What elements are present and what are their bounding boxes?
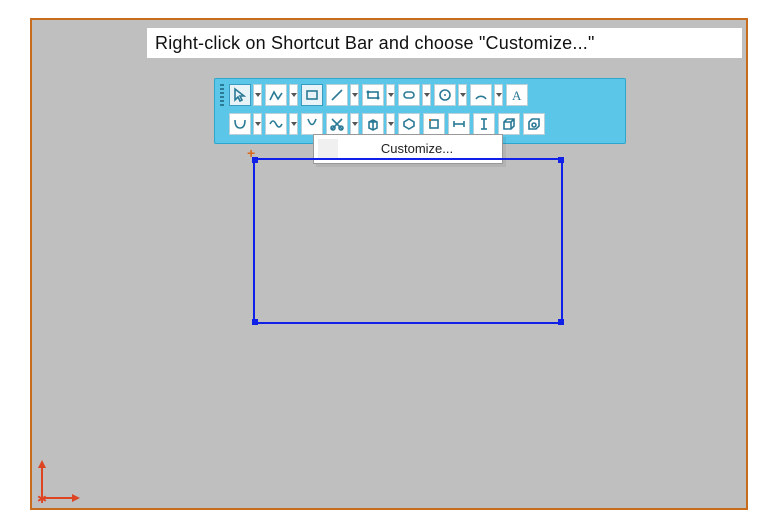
dimension-v-icon xyxy=(476,116,492,132)
slot-dropdown[interactable] xyxy=(422,84,431,106)
dim-h-button[interactable] xyxy=(448,113,470,135)
polygon-rect-button[interactable] xyxy=(362,84,384,106)
polygon-rect-dropdown[interactable] xyxy=(386,84,395,106)
resize-handle-bl[interactable] xyxy=(252,319,258,325)
menu-gutter xyxy=(318,139,338,159)
line-button[interactable] xyxy=(326,84,348,106)
dim-v-button[interactable] xyxy=(473,113,495,135)
shortcut-bar-row-1: A xyxy=(220,82,619,108)
box1-icon xyxy=(501,116,517,132)
wave-icon xyxy=(268,116,284,132)
spline-dropdown[interactable] xyxy=(253,113,262,135)
box1-button[interactable] xyxy=(498,113,520,135)
sketch-dropdown[interactable] xyxy=(289,84,298,106)
slot-button[interactable] xyxy=(398,84,420,106)
wave-button[interactable] xyxy=(265,113,287,135)
line-dropdown[interactable] xyxy=(350,84,359,106)
trim-icon xyxy=(329,116,345,132)
resize-handle-tr[interactable] xyxy=(558,157,564,163)
square-icon xyxy=(426,116,442,132)
dimension-h-icon xyxy=(451,116,467,132)
box2-button[interactable] xyxy=(523,113,545,135)
svg-text:✱: ✱ xyxy=(37,492,47,506)
cube-dropdown[interactable] xyxy=(386,113,395,135)
spline-icon xyxy=(232,116,248,132)
selected-rectangle[interactable] xyxy=(253,158,563,324)
resize-handle-tl[interactable] xyxy=(252,157,258,163)
axis-indicator-icon: ✱ xyxy=(34,446,94,506)
pointer-button[interactable] xyxy=(229,84,251,106)
polygon-rect-icon xyxy=(365,87,381,103)
wave-dropdown[interactable] xyxy=(289,113,298,135)
resize-handle-br[interactable] xyxy=(558,319,564,325)
hexagon-button[interactable] xyxy=(398,113,420,135)
square-button[interactable] xyxy=(423,113,445,135)
hexagon-icon xyxy=(401,116,417,132)
trim-dropdown[interactable] xyxy=(350,113,359,135)
pointer-icon xyxy=(232,87,248,103)
arc-button[interactable] xyxy=(470,84,492,106)
pointer-dropdown[interactable] xyxy=(253,84,262,106)
instruction-label: Right-click on Shortcut Bar and choose "… xyxy=(147,28,742,58)
circle-icon xyxy=(437,87,453,103)
text-icon: A xyxy=(509,87,525,103)
spline-button[interactable] xyxy=(229,113,251,135)
arc-icon xyxy=(473,87,489,103)
ellipse-button[interactable] xyxy=(301,113,323,135)
svg-text:A: A xyxy=(512,88,522,103)
trim-button[interactable] xyxy=(326,113,348,135)
sketch-button[interactable] xyxy=(265,84,287,106)
box2-icon xyxy=(526,116,542,132)
cube-icon xyxy=(365,116,381,132)
slot-icon xyxy=(401,87,417,103)
circle-button[interactable] xyxy=(434,84,456,106)
cube-button[interactable] xyxy=(362,113,384,135)
ellipse-icon xyxy=(304,116,320,132)
drawing-canvas[interactable]: Right-click on Shortcut Bar and choose "… xyxy=(30,18,748,510)
rectangle-icon xyxy=(304,87,320,103)
text-button[interactable]: A xyxy=(506,84,528,106)
grip-icon[interactable] xyxy=(220,84,224,106)
customize-label: Customize... xyxy=(381,141,453,156)
arc-dropdown[interactable] xyxy=(494,84,503,106)
circle-dropdown[interactable] xyxy=(458,84,467,106)
sketch-icon xyxy=(268,87,284,103)
rectangle-button[interactable] xyxy=(301,84,323,106)
line-icon xyxy=(329,87,345,103)
